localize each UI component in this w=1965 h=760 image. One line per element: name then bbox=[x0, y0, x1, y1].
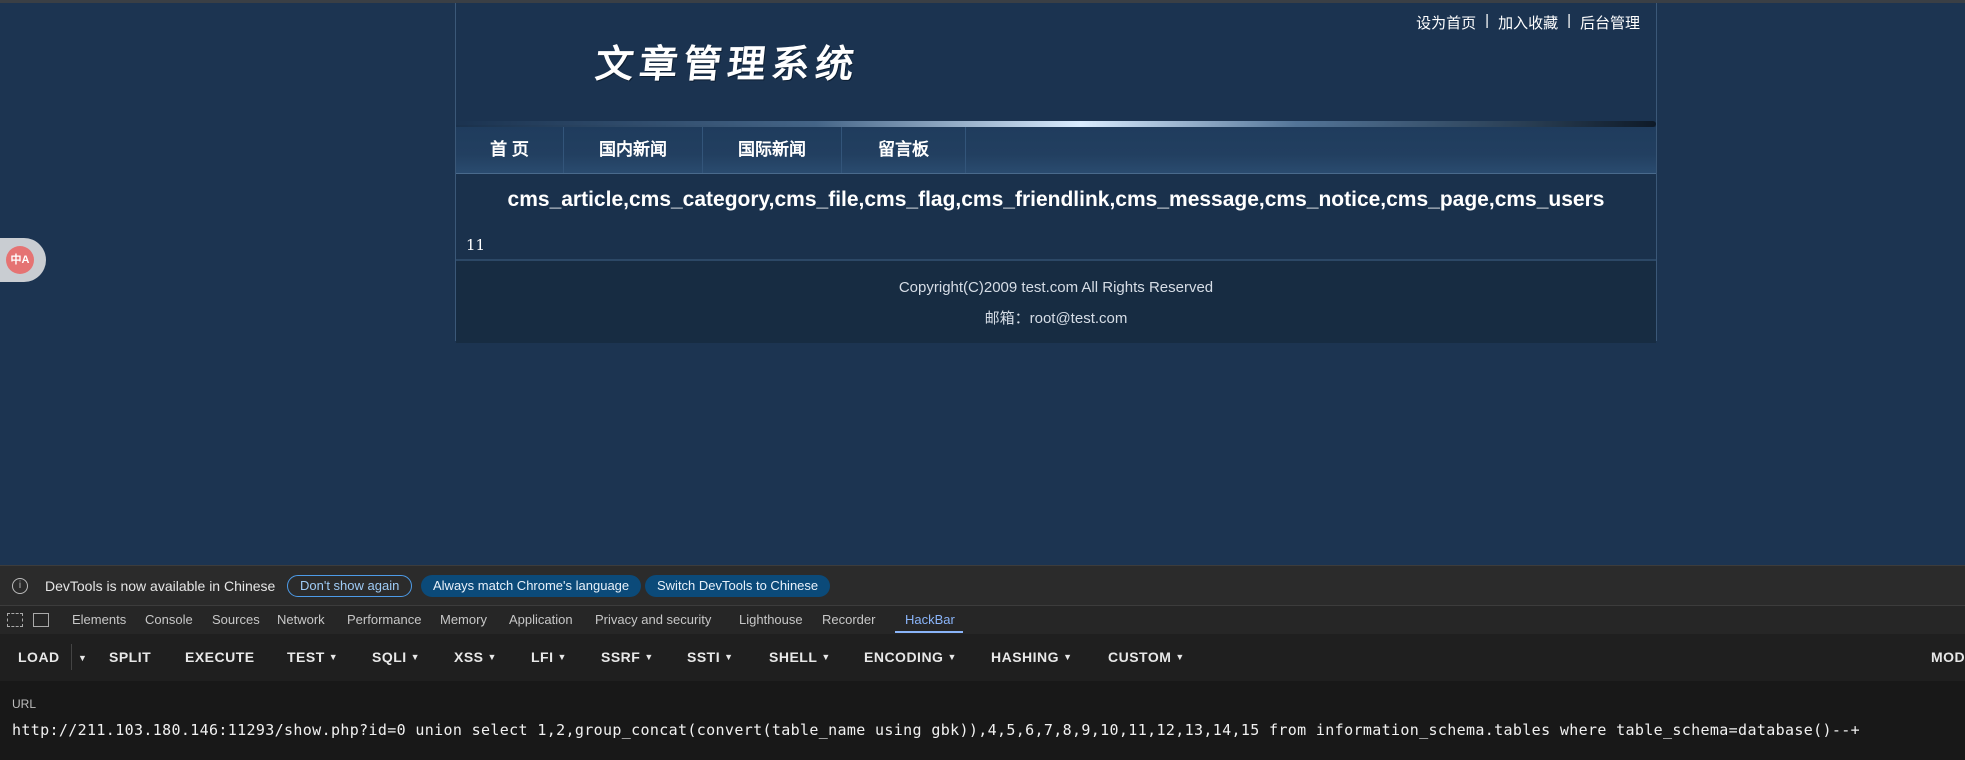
shell-menu-label: SHELL bbox=[769, 649, 818, 665]
nav-item-guestbook[interactable]: 留言板 bbox=[842, 127, 966, 173]
ssti-menu-label: SSTI bbox=[687, 649, 721, 665]
top-links: 设为首页 | 加入收藏 | 后台管理 bbox=[1416, 12, 1640, 33]
caret-down-icon: ▼ bbox=[487, 652, 497, 662]
link-separator: | bbox=[1485, 12, 1490, 29]
ssrf-menu-label: SSRF bbox=[601, 649, 641, 665]
add-favorite-link[interactable]: 加入收藏 bbox=[1498, 12, 1558, 33]
caret-down-icon: ▼ bbox=[328, 652, 339, 662]
toolbar-divider bbox=[71, 644, 72, 670]
caret-down-icon: ▼ bbox=[410, 652, 421, 662]
admin-link[interactable]: 后台管理 bbox=[1580, 12, 1640, 33]
lfi-menu[interactable]: LFI ▼ bbox=[531, 649, 567, 665]
nav-item-domestic-news[interactable]: 国内新闻 bbox=[564, 127, 703, 173]
ssti-menu[interactable]: SSTI ▼ bbox=[687, 649, 734, 665]
caret-down-icon: ▼ bbox=[1175, 652, 1185, 662]
sqli-menu[interactable]: SQLI ▼ bbox=[372, 649, 420, 665]
infobar-message: DevTools is now available in Chinese bbox=[45, 578, 276, 594]
tab-recorder[interactable]: Recorder bbox=[822, 612, 875, 627]
translate-icon[interactable]: 中A bbox=[6, 246, 34, 274]
encoding-menu-label: ENCODING bbox=[864, 649, 944, 665]
tab-elements[interactable]: Elements bbox=[72, 612, 126, 627]
inspect-element-icon[interactable] bbox=[7, 613, 23, 627]
xss-menu-label: XSS bbox=[454, 649, 484, 665]
caret-down-icon: ▼ bbox=[821, 652, 831, 662]
tab-sources[interactable]: Sources bbox=[212, 612, 260, 627]
caret-down-icon: ▼ bbox=[1063, 652, 1073, 662]
caret-down-icon: ▼ bbox=[557, 652, 567, 662]
site-header: 文章管理系统 设为首页 | 加入收藏 | 后台管理 bbox=[456, 3, 1656, 125]
test-menu-label: TEST bbox=[287, 649, 325, 665]
execute-button[interactable]: EXECUTE bbox=[185, 649, 255, 665]
sqli-menu-label: SQLI bbox=[372, 649, 407, 665]
url-label: URL bbox=[12, 697, 37, 711]
set-homepage-link[interactable]: 设为首页 bbox=[1416, 12, 1476, 33]
email-text: 邮箱：root@test.com bbox=[984, 310, 1128, 327]
xss-menu[interactable]: XSS ▼ bbox=[454, 649, 497, 665]
url-input[interactable]: http://211.103.180.146:11293/show.php?id… bbox=[12, 721, 1860, 739]
custom-menu[interactable]: CUSTOM ▼ bbox=[1108, 649, 1185, 665]
article-title: cms_article,cms_category,cms_file,cms_fl… bbox=[507, 188, 1605, 211]
tab-lighthouse[interactable]: Lighthouse bbox=[739, 612, 803, 627]
translate-widget[interactable]: 中A bbox=[0, 238, 46, 282]
always-match-language-button[interactable]: Always match Chrome's language bbox=[421, 575, 642, 597]
dont-show-again-button[interactable]: Don't show again bbox=[287, 575, 413, 597]
main-nav: 首 页 国内新闻 国际新闻 留言板 bbox=[456, 127, 1656, 174]
devtools-tab-bar: Elements Console Sources Network Perform… bbox=[0, 605, 1965, 635]
hackbar-url-area: URL http://211.103.180.146:11293/show.ph… bbox=[0, 681, 1965, 760]
tab-hackbar[interactable]: HackBar bbox=[905, 612, 955, 627]
hashing-menu-label: HASHING bbox=[991, 649, 1060, 665]
nav-item-international-news[interactable]: 国际新闻 bbox=[703, 127, 842, 173]
tab-performance[interactable]: Performance bbox=[347, 612, 421, 627]
caret-down-icon: ▼ bbox=[724, 652, 734, 662]
article-content: 11 bbox=[466, 236, 486, 254]
load-dropdown-caret-icon[interactable]: ▼ bbox=[78, 653, 87, 663]
shell-menu[interactable]: SHELL ▼ bbox=[769, 649, 831, 665]
caret-down-icon: ▼ bbox=[644, 652, 654, 662]
lfi-menu-label: LFI bbox=[531, 649, 554, 665]
nav-item-home[interactable]: 首 页 bbox=[456, 127, 564, 173]
info-icon: i bbox=[12, 578, 28, 594]
site-footer: Copyright(C)2009 test.com All Rights Res… bbox=[456, 259, 1656, 343]
tab-network[interactable]: Network bbox=[277, 612, 325, 627]
site-container: 文章管理系统 设为首页 | 加入收藏 | 后台管理 首 页 国内新闻 国际新闻 … bbox=[455, 3, 1657, 343]
link-separator: | bbox=[1567, 12, 1571, 29]
active-tab-indicator bbox=[895, 631, 963, 633]
tab-privacy-security[interactable]: Privacy and security bbox=[595, 612, 711, 627]
custom-menu-label: CUSTOM bbox=[1108, 649, 1172, 665]
encoding-menu[interactable]: ENCODING ▼ bbox=[864, 649, 957, 665]
copyright-text: Copyright(C)2009 test.com All Rights Res… bbox=[898, 279, 1214, 296]
tab-console[interactable]: Console bbox=[145, 612, 193, 627]
hackbar-toolbar: LOAD ▼ SPLIT EXECUTE TEST ▼ SQLI ▼ XSS ▼ LF… bbox=[0, 634, 1965, 681]
hashing-menu[interactable]: HASHING ▼ bbox=[991, 649, 1072, 665]
devtools-language-infobar: i DevTools is now available in Chinese D… bbox=[0, 565, 1965, 606]
device-toolbar-icon[interactable] bbox=[33, 613, 49, 627]
test-menu[interactable]: TEST ▼ bbox=[287, 649, 338, 665]
split-button[interactable]: SPLIT bbox=[109, 649, 151, 665]
mod-menu[interactable]: MOD bbox=[1931, 649, 1965, 665]
tab-application[interactable]: Application bbox=[509, 612, 573, 627]
tab-memory[interactable]: Memory bbox=[440, 612, 487, 627]
site-logo: 文章管理系统 bbox=[593, 41, 863, 86]
load-button[interactable]: LOAD bbox=[18, 649, 60, 665]
switch-to-chinese-button[interactable]: Switch DevTools to Chinese bbox=[645, 575, 831, 597]
caret-down-icon: ▼ bbox=[947, 652, 957, 662]
ssrf-menu[interactable]: SSRF ▼ bbox=[601, 649, 654, 665]
